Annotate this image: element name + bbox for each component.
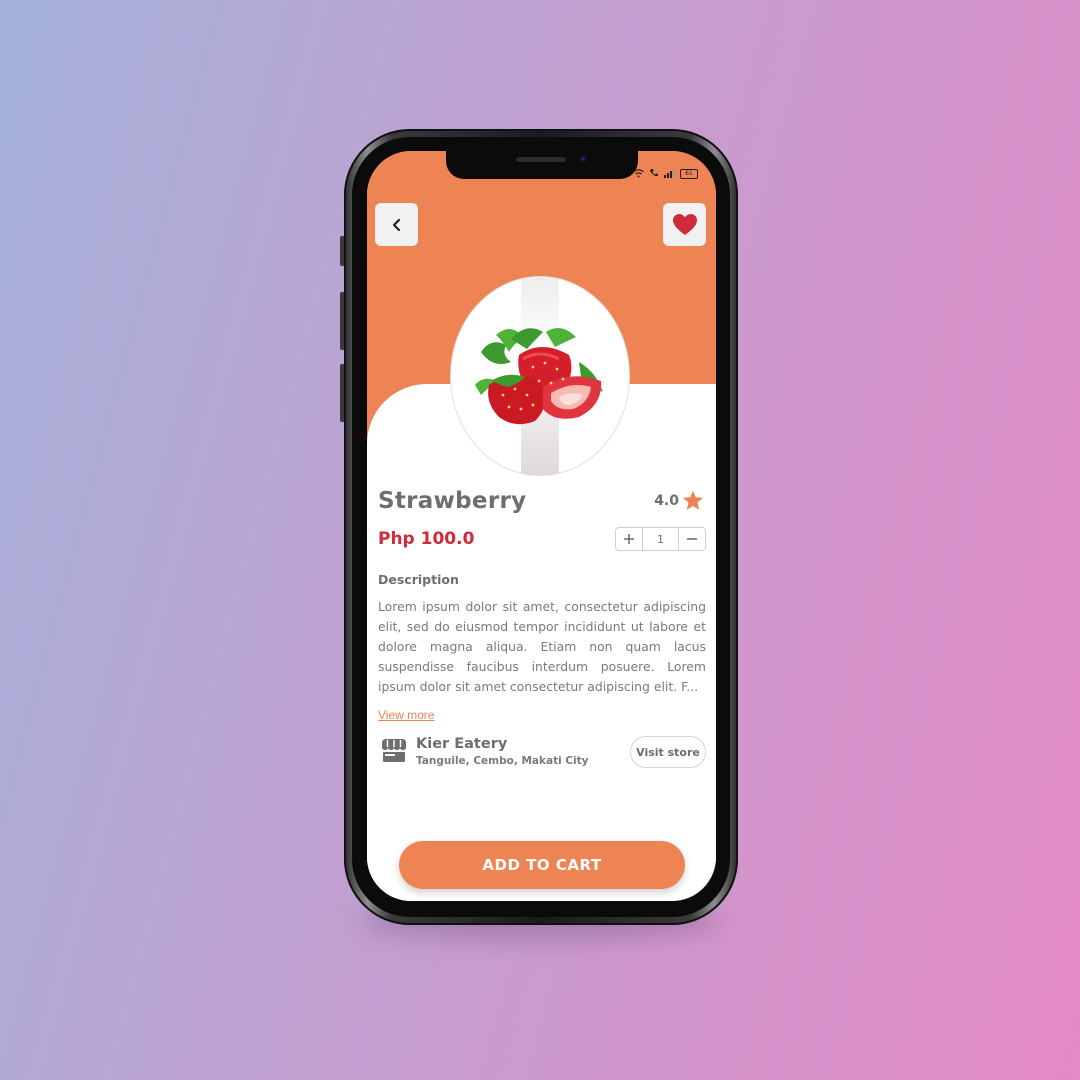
product-price: Php 100.0 — [378, 529, 475, 549]
strawberry-image — [475, 328, 603, 425]
back-button[interactable] — [375, 203, 418, 246]
add-to-cart-button[interactable]: ADD TO CART — [399, 841, 685, 889]
decrement-button[interactable] — [679, 528, 705, 550]
increment-button[interactable] — [616, 528, 642, 550]
call-icon — [649, 168, 659, 180]
phone-notch — [446, 151, 638, 179]
store-address: Tanguile, Cembo, Makati City — [416, 755, 589, 767]
app-screen: 61 Strawberry 4.0 Php 100.0 1 Descriptio… — [367, 151, 716, 901]
visit-store-button[interactable]: Visit store — [630, 736, 706, 768]
quantity-value[interactable]: 1 — [642, 528, 679, 550]
front-camera — [579, 155, 587, 163]
view-more-link[interactable]: View more — [378, 708, 434, 722]
chevron-left-icon — [392, 218, 400, 231]
product-rating: 4.0 — [654, 490, 704, 511]
battery-indicator: 61 — [680, 169, 698, 179]
speaker-grille — [516, 157, 566, 162]
heart-icon — [672, 213, 697, 235]
description-text: Lorem ipsum dolor sit amet, consectetur … — [378, 599, 706, 694]
wifi-icon — [633, 168, 644, 180]
status-bar: 61 — [633, 168, 698, 180]
store-name[interactable]: Kier Eatery — [416, 736, 507, 752]
product-image — [450, 276, 630, 476]
star-icon — [682, 490, 704, 510]
favorite-button[interactable] — [663, 203, 706, 246]
rating-value: 4.0 — [654, 492, 679, 509]
description-heading: Description — [378, 572, 459, 587]
minus-icon — [687, 538, 697, 540]
signal-icon — [664, 168, 675, 180]
product-name: Strawberry — [378, 488, 527, 514]
plus-icon — [624, 534, 634, 544]
quantity-stepper: 1 — [615, 527, 706, 551]
store-icon — [380, 737, 408, 767]
